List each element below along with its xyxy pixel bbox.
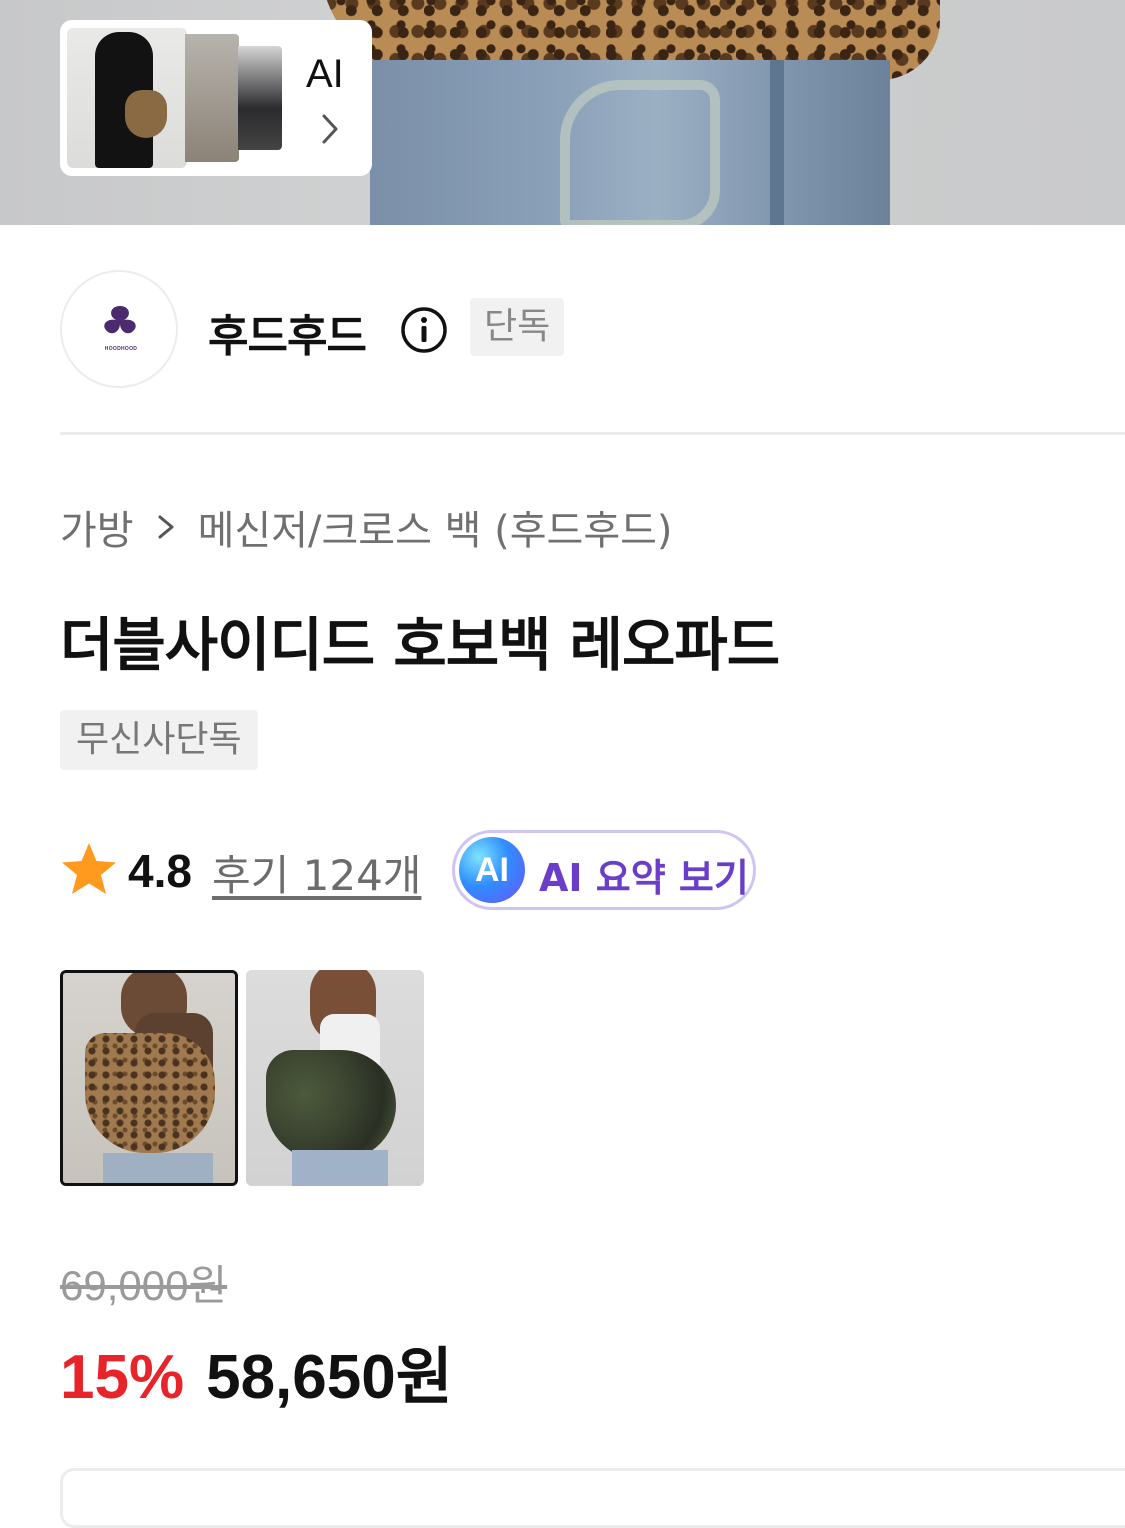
color-option-camo[interactable] <box>246 970 424 1186</box>
section-divider <box>60 432 1125 435</box>
thumb-model-jeans <box>103 1153 213 1183</box>
ai-summary-label: AI 요약 보기 <box>539 856 749 900</box>
chevron-right-icon <box>158 515 174 539</box>
breadcrumb-item-category[interactable]: 메신저/크로스 백 (후드후드) <box>198 498 673 556</box>
ai-card-label: AI <box>306 52 344 96</box>
breadcrumb-item-bag[interactable]: 가방 <box>60 498 134 556</box>
brand-logo-text: HOODHOOD <box>104 346 138 352</box>
ai-thumb-bag <box>125 90 167 138</box>
color-option-leopard[interactable] <box>60 970 238 1186</box>
breadcrumb: 가방 메신저/크로스 백 (후드후드) <box>60 497 673 557</box>
brand-row[interactable]: HOODHOOD 후드후드 단독 <box>60 268 1125 388</box>
brand-exclusive-badge: 단독 <box>470 298 565 356</box>
hero-jeans-seam <box>770 60 784 225</box>
product-title: 더블사이디드 호보백 레오파드 <box>60 611 780 679</box>
hero-letter-patch <box>560 80 720 225</box>
info-icon[interactable] <box>400 306 448 354</box>
ai-badge-icon: AI <box>459 837 525 903</box>
ai-similar-items-card[interactable]: AI <box>60 20 372 176</box>
exclusive-tag: 무신사단독 <box>60 710 258 770</box>
ai-summary-button[interactable]: AI AI 요약 보기 <box>452 830 756 910</box>
ai-thumb-image <box>238 46 282 150</box>
hero-image[interactable]: AI <box>0 0 1125 225</box>
rating-row: 4.8 후기 124개 AI AI 요약 보기 <box>60 830 1060 910</box>
discount-rate: 15% <box>60 1343 185 1412</box>
rating-score: 4.8 <box>128 845 192 897</box>
sale-price: 58,650원 <box>206 1343 453 1412</box>
ai-thumb-image <box>185 34 239 162</box>
price-row: 15% 58,650원 <box>60 1326 453 1412</box>
chevron-right-icon <box>322 114 338 144</box>
thumb-leopard-bag <box>85 1033 215 1153</box>
review-count-link[interactable]: 후기 124개 <box>212 842 421 903</box>
next-section-card <box>60 1468 1125 1528</box>
star-icon <box>62 843 116 894</box>
ai-thumb-image <box>67 28 187 168</box>
brand-logo[interactable]: HOODHOOD <box>60 270 178 388</box>
thumb-camo-bag <box>266 1050 396 1160</box>
thumb-model-jeans <box>292 1150 388 1186</box>
original-price: 69,000원 <box>60 1262 228 1309</box>
brand-name[interactable]: 후드후드 <box>208 300 367 364</box>
brand-logo-mark <box>104 306 136 334</box>
